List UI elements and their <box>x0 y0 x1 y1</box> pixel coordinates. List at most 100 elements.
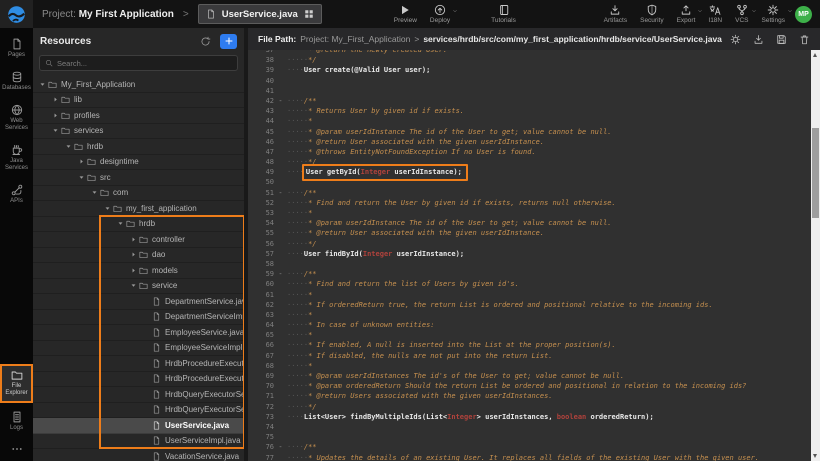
fold-marker-icon[interactable]: - <box>274 96 287 106</box>
line-number[interactable]: 77 <box>248 453 274 461</box>
line-number[interactable]: 62 <box>248 300 274 310</box>
line-number[interactable]: 47 <box>248 147 274 157</box>
line-number[interactable]: 58 <box>248 259 274 269</box>
line-number[interactable]: 42 <box>248 96 274 106</box>
tree-folder-models[interactable]: models <box>33 263 244 279</box>
line-number[interactable]: 76 <box>248 442 274 452</box>
security-button[interactable]: Security <box>640 4 663 24</box>
line-number[interactable]: 55 <box>248 228 274 238</box>
tree-folder-src[interactable]: src <box>33 170 244 186</box>
line-number[interactable]: 64 <box>248 320 274 330</box>
scrollbar-thumb[interactable] <box>812 128 819 218</box>
caret-right-icon[interactable] <box>130 236 139 243</box>
line-number[interactable]: 39 <box>248 65 274 75</box>
line-number[interactable]: 50 <box>248 177 274 187</box>
line-number[interactable]: 48 <box>248 157 274 167</box>
tree-folder-controller[interactable]: controller <box>33 232 244 248</box>
caret-down-icon[interactable] <box>130 282 139 289</box>
caret-right-icon[interactable] <box>130 267 139 274</box>
line-number[interactable]: 43 <box>248 106 274 116</box>
line-number[interactable]: 53 <box>248 208 274 218</box>
deploy-button[interactable]: Deploy <box>430 4 450 24</box>
caret-down-icon[interactable] <box>91 189 100 196</box>
tree-folder-dao[interactable]: dao <box>33 248 244 264</box>
line-number[interactable]: 61 <box>248 290 274 300</box>
tree-file-hrdbprocedureexecutorservice-java[interactable]: HrdbProcedureExecutorService.java <box>33 356 244 372</box>
tree-folder-my-first-application[interactable]: my_first_application <box>33 201 244 217</box>
line-number[interactable]: 45 <box>248 127 274 137</box>
line-number[interactable]: 67 <box>248 351 274 361</box>
preview-button[interactable]: Preview <box>394 4 417 24</box>
i18n-button[interactable]: I18N <box>708 4 722 24</box>
user-avatar[interactable]: MP <box>795 6 812 23</box>
line-number[interactable]: 57 <box>248 249 274 259</box>
line-number[interactable]: 73 <box>248 412 274 422</box>
line-number[interactable]: 46 <box>248 137 274 147</box>
line-number[interactable]: 71 <box>248 391 274 401</box>
tab-userservice-java[interactable]: UserService.java <box>198 4 322 24</box>
caret-right-icon[interactable] <box>78 158 87 165</box>
sidebar-item-pages[interactable]: Pages <box>0 35 33 63</box>
download-tray-icon[interactable] <box>753 34 764 45</box>
line-number[interactable]: 44 <box>248 116 274 126</box>
line-number[interactable]: 56 <box>248 239 274 249</box>
line-number[interactable]: 68 <box>248 361 274 371</box>
code-area[interactable]: 37·····* @return the newly created User.… <box>248 50 811 461</box>
caret-down-icon[interactable] <box>65 143 74 150</box>
tree-folder-lib[interactable]: lib <box>33 93 244 109</box>
tree-folder-my-first-application[interactable]: My_First_Application <box>33 77 244 93</box>
line-number[interactable]: 72 <box>248 402 274 412</box>
sidebar-item-logs[interactable]: Logs <box>0 408 33 436</box>
tree-folder-designtime[interactable]: designtime <box>33 155 244 171</box>
line-number[interactable]: 40 <box>248 76 274 86</box>
tree-file-departmentservice-java[interactable]: DepartmentService.java <box>33 294 244 310</box>
tree-file-userservice-java[interactable]: UserService.java <box>33 418 244 434</box>
tree-file-hrdbprocedureexecutorserviceimpl-java[interactable]: HrdbProcedureExecutorServiceImpl.java <box>33 372 244 388</box>
line-number[interactable]: 74 <box>248 422 274 432</box>
line-number[interactable]: 54 <box>248 218 274 228</box>
caret-right-icon[interactable] <box>52 112 61 119</box>
line-number[interactable]: 60 <box>248 279 274 289</box>
tree-file-employeeserviceimpl-java[interactable]: EmployeeServiceImpl.java <box>33 341 244 357</box>
line-number[interactable]: 75 <box>248 432 274 442</box>
more-options-button[interactable] <box>11 443 23 455</box>
caret-down-icon[interactable] <box>52 127 61 134</box>
caret-down-icon[interactable] <box>39 81 48 88</box>
line-number[interactable]: 41 <box>248 86 274 96</box>
refresh-icon[interactable] <box>200 36 211 47</box>
fold-marker-icon[interactable]: - <box>274 188 287 198</box>
grid-icon[interactable] <box>304 9 314 19</box>
chevron-down-icon[interactable] <box>452 8 458 14</box>
caret-down-icon[interactable] <box>117 220 126 227</box>
line-number[interactable]: 66 <box>248 340 274 350</box>
sidebar-item-web-services[interactable]: Web Services <box>0 101 33 136</box>
tree-file-employeeservice-java[interactable]: EmployeeService.java <box>33 325 244 341</box>
line-number[interactable]: 70 <box>248 381 274 391</box>
caret-down-icon[interactable] <box>78 174 87 181</box>
tree-file-hrdbqueryexecutorservice-java[interactable]: HrdbQueryExecutorService.java <box>33 387 244 403</box>
line-number[interactable]: 65 <box>248 330 274 340</box>
save-icon[interactable] <box>776 34 787 45</box>
line-number[interactable]: 52 <box>248 198 274 208</box>
caret-down-icon[interactable] <box>104 205 113 212</box>
trash-icon[interactable] <box>799 34 810 45</box>
tree-folder-services[interactable]: services <box>33 124 244 140</box>
export-button[interactable]: Export <box>677 4 696 24</box>
line-number[interactable]: 69 <box>248 371 274 381</box>
tree-file-hrdbqueryexecutorserviceimpl-java[interactable]: HrdbQueryExecutorServiceImpl.java <box>33 403 244 419</box>
scroll-down-arrow-icon[interactable] <box>813 454 817 458</box>
vcs-button[interactable]: VCS <box>735 4 748 24</box>
line-number[interactable]: 63 <box>248 310 274 320</box>
sidebar-item-databases[interactable]: Databases <box>0 68 33 96</box>
editor-scrollbar[interactable] <box>811 50 820 461</box>
fold-marker-icon[interactable]: - <box>274 269 287 279</box>
tree-folder-hrdb[interactable]: hrdb <box>33 217 244 233</box>
sidebar-item-file-explorer[interactable]: File Explorer <box>0 364 33 403</box>
chevron-down-icon[interactable] <box>697 8 703 14</box>
tutorials-button[interactable]: Tutorials <box>491 4 516 24</box>
resources-search[interactable] <box>39 55 238 71</box>
app-logo[interactable] <box>0 0 33 28</box>
sidebar-item-java-services[interactable]: Java Services <box>0 141 33 176</box>
artifacts-button[interactable]: Artifacts <box>604 4 627 24</box>
tree-folder-com[interactable]: com <box>33 186 244 202</box>
